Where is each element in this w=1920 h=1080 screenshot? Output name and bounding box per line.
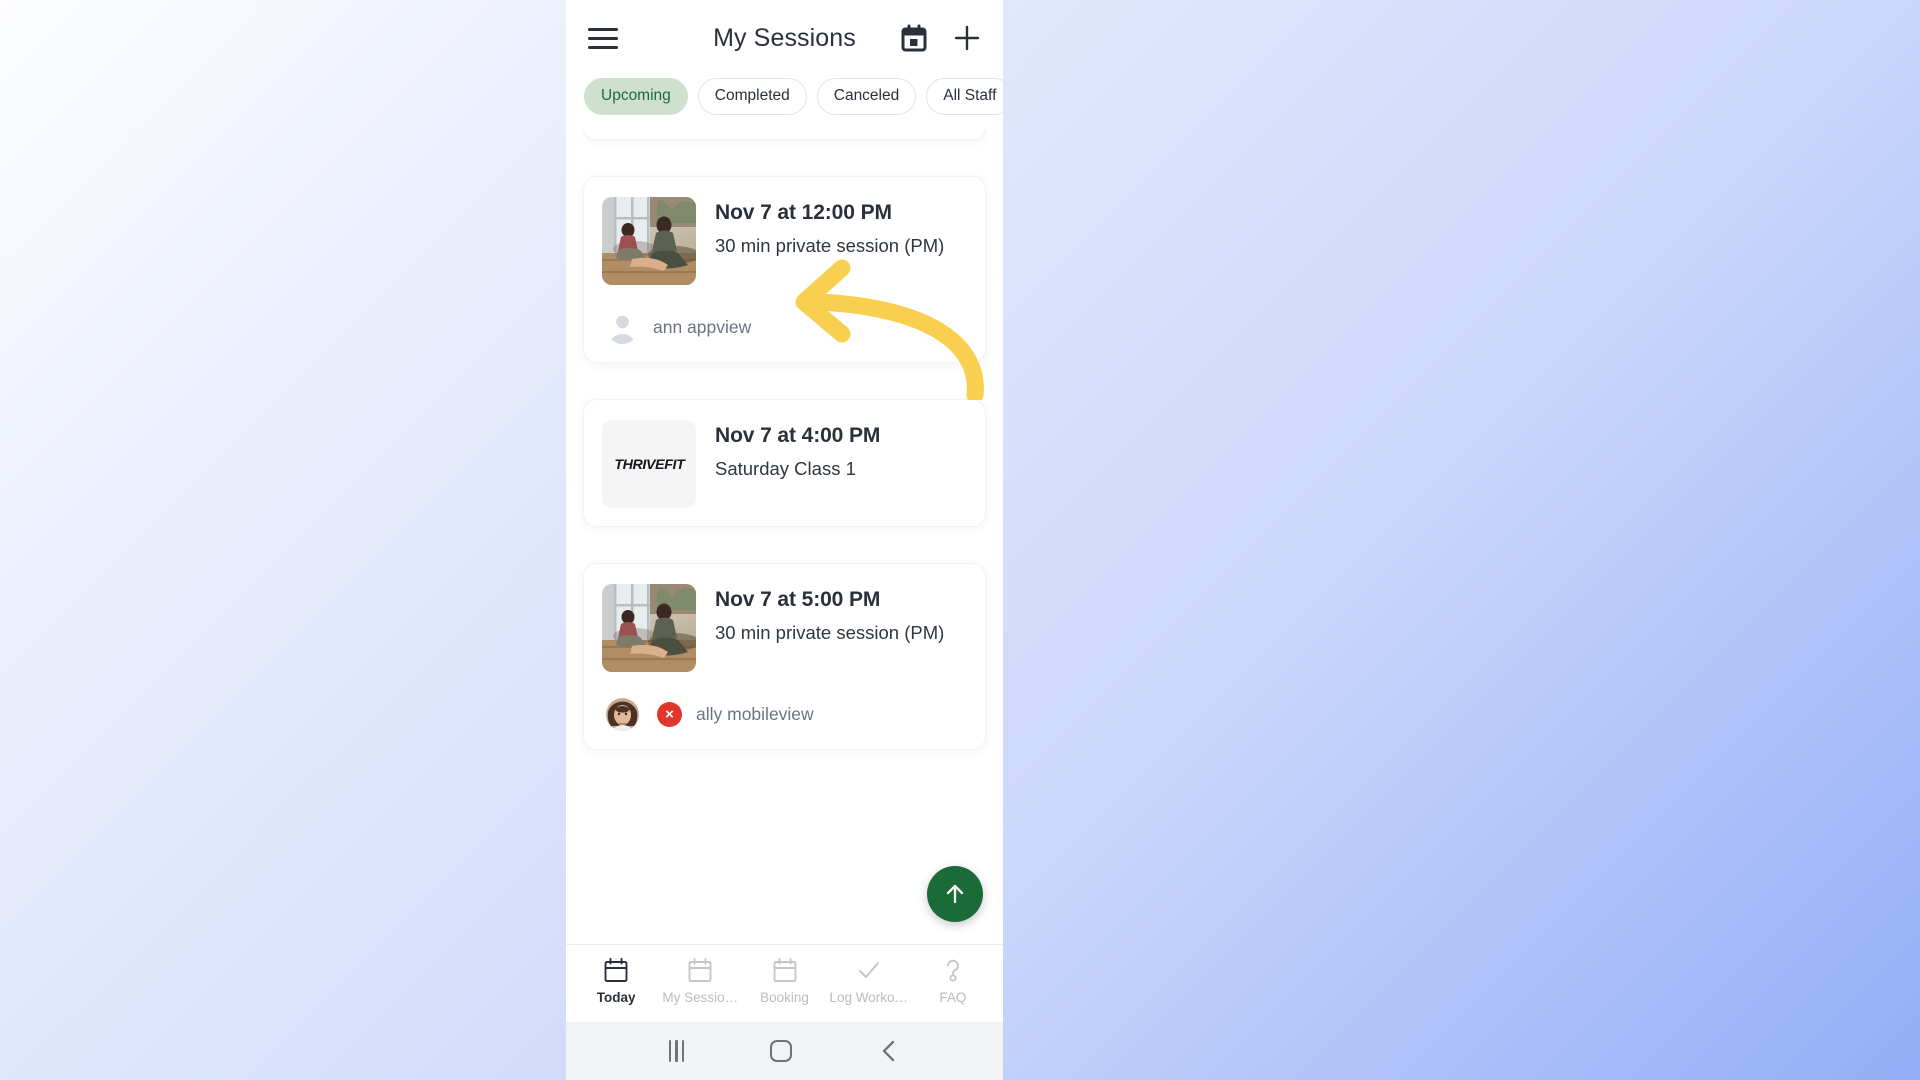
session-card-partial[interactable] [583, 128, 986, 140]
filter-chip-canceled[interactable]: Canceled [816, 78, 917, 115]
session-card-main: Nov 7 at 5:00 PM 30 min private session … [602, 583, 967, 672]
tab-label: FAQ [939, 989, 967, 1005]
session-description: 30 min private session (PM) [715, 234, 945, 256]
thrivefit-logo: THRIVEFIT [613, 455, 685, 472]
session-description: Saturday Class 1 [715, 457, 856, 479]
person-name: ally mobileview [696, 703, 814, 724]
person-name: ann appview [653, 316, 752, 337]
arrow-up-icon [946, 884, 964, 904]
hamburger-bar [588, 45, 618, 49]
calendar-icon [773, 957, 796, 982]
avatar [606, 310, 639, 344]
tab-my-sessions[interactable]: My Sessio… [658, 957, 742, 1005]
session-thumbnail [602, 196, 696, 285]
scroll-to-top-fab[interactable] [927, 866, 983, 922]
tab-label: Log Worko… [829, 989, 908, 1005]
recent-apps-icon [668, 1040, 685, 1062]
phone-viewport: My Sessions Upcoming Completed Canceled … [566, 0, 1003, 1080]
tab-label: My Sessio… [662, 989, 739, 1005]
session-card[interactable]: THRIVEFIT Nov 7 at 4:00 PM Saturday Clas… [583, 398, 986, 527]
session-thumbnail-logo: THRIVEFIT [602, 419, 696, 508]
tab-log-workout[interactable]: Log Worko… [827, 957, 911, 1005]
cancel-badge-icon[interactable]: × [657, 701, 682, 727]
calendar-icon [688, 957, 712, 982]
session-person-row: ann appview [602, 310, 967, 344]
session-card-text: Nov 7 at 4:00 PM Saturday Class 1 [715, 420, 880, 480]
calendar-today-icon [604, 957, 628, 982]
hamburger-menu-icon[interactable] [588, 21, 622, 55]
session-card-main: Nov 7 at 12:00 PM 30 min private session… [602, 196, 967, 285]
session-card-main: THRIVEFIT Nov 7 at 4:00 PM Saturday Clas… [602, 419, 967, 508]
session-list[interactable]: Nov 7 at 12:00 PM 30 min private session… [566, 128, 1003, 944]
calendar-icon[interactable] [901, 24, 927, 52]
logo-bold: THRIVE [613, 455, 664, 472]
logo-light: FIT [663, 455, 685, 472]
app-header: My Sessions [566, 0, 1003, 76]
filter-chip-upcoming[interactable]: Upcoming [584, 78, 688, 115]
filter-chip-all-staff[interactable]: All Staff [926, 78, 1003, 115]
bottom-tab-bar: Today My Sessio… Booking Log Worko… FAQ [566, 944, 1003, 1022]
back-chevron-icon [882, 1040, 895, 1062]
session-card-text: Nov 7 at 5:00 PM 30 min private session … [715, 584, 944, 644]
session-description: 30 min private session (PM) [715, 621, 945, 643]
tab-faq[interactable]: FAQ [911, 957, 995, 1005]
session-card[interactable]: Nov 7 at 5:00 PM 30 min private session … [583, 562, 986, 750]
hamburger-bar [588, 27, 618, 31]
tab-booking[interactable]: Booking [742, 957, 826, 1005]
back-button[interactable] [878, 1039, 900, 1063]
android-system-nav [566, 1022, 1003, 1080]
hamburger-bar [588, 36, 618, 40]
tab-label: Booking [760, 989, 809, 1005]
session-thumbnail [602, 583, 696, 672]
tab-today[interactable]: Today [574, 957, 658, 1005]
filter-chip-row: Upcoming Completed Canceled All Staff [566, 76, 1003, 129]
header-actions [901, 24, 981, 52]
session-card-text: Nov 7 at 12:00 PM 30 min private session… [715, 197, 944, 257]
session-time: Nov 7 at 12:00 PM [715, 200, 892, 224]
plus-icon[interactable] [953, 24, 981, 52]
filter-chip-completed[interactable]: Completed [697, 78, 807, 115]
check-icon [858, 961, 879, 978]
home-icon [770, 1040, 793, 1062]
session-person-row: × ally mobileview [602, 697, 967, 731]
tab-label: Today [596, 989, 636, 1005]
home-button[interactable] [770, 1040, 793, 1062]
session-time: Nov 7 at 4:00 PM [715, 423, 881, 447]
session-time: Nov 7 at 5:00 PM [715, 587, 881, 611]
question-mark-icon [946, 959, 959, 982]
avatar [606, 697, 639, 731]
session-card[interactable]: Nov 7 at 12:00 PM 30 min private session… [583, 175, 986, 363]
recent-apps-button[interactable] [668, 1040, 685, 1062]
